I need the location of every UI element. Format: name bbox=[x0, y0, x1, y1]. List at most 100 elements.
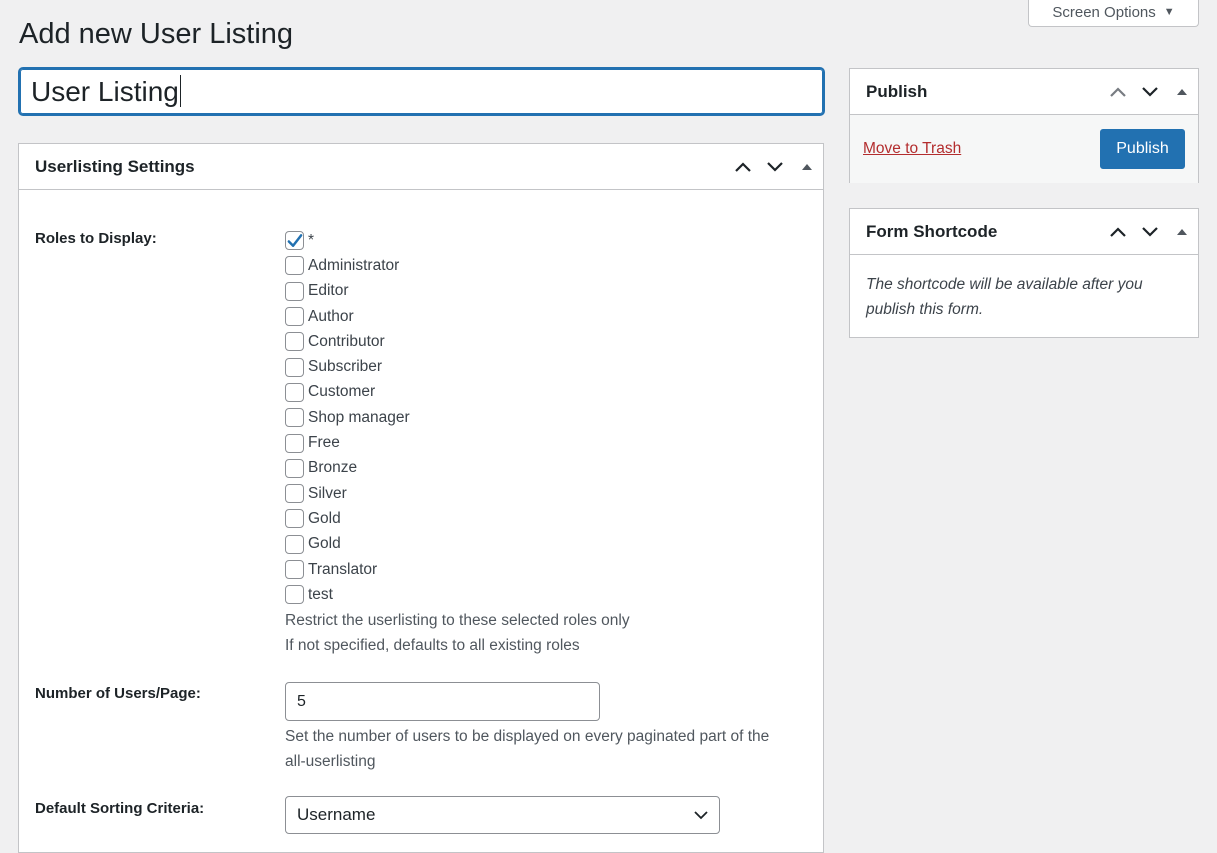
screen-options-button[interactable]: Screen Options ▼ bbox=[1028, 0, 1199, 27]
roles-label: Roles to Display: bbox=[35, 230, 157, 247]
publish-button[interactable]: Publish bbox=[1100, 129, 1185, 169]
role-item[interactable]: Shop manager bbox=[285, 405, 630, 430]
role-checkbox[interactable] bbox=[285, 560, 304, 579]
triangle-up-icon bbox=[1177, 228, 1187, 235]
role-label: Gold bbox=[308, 535, 341, 553]
triangle-up-icon bbox=[1177, 88, 1187, 95]
form-shortcode-header: Form Shortcode bbox=[850, 209, 1198, 255]
role-label: Bronze bbox=[308, 459, 358, 477]
role-label: Shop manager bbox=[308, 408, 410, 426]
move-up-button[interactable] bbox=[727, 144, 759, 189]
triangle-up-icon bbox=[802, 163, 812, 170]
role-label: Silver bbox=[308, 484, 347, 502]
role-label: Contributor bbox=[308, 332, 385, 350]
page-title: Add new User Listing bbox=[19, 18, 294, 50]
role-label: Author bbox=[308, 307, 354, 325]
role-item[interactable]: Subscriber bbox=[285, 354, 630, 379]
role-checkbox[interactable] bbox=[285, 307, 304, 327]
role-item[interactable]: * bbox=[285, 228, 630, 253]
sorting-criteria-value: Username bbox=[297, 805, 376, 824]
publish-actions: Move to Trash Publish bbox=[850, 115, 1198, 183]
role-label: Gold bbox=[308, 509, 341, 527]
role-item[interactable]: Silver bbox=[285, 481, 630, 506]
userlisting-settings-box: Userlisting Settings Roles to Display: *… bbox=[18, 143, 824, 853]
users-per-page-input[interactable]: 5 bbox=[285, 682, 600, 721]
role-item[interactable]: test bbox=[285, 582, 630, 607]
move-up-button[interactable] bbox=[1102, 209, 1134, 254]
users-per-page-label: Number of Users/Page: bbox=[35, 685, 201, 702]
move-up-button[interactable] bbox=[1102, 69, 1134, 114]
chevron-down-icon bbox=[1142, 226, 1158, 237]
chevron-up-icon bbox=[1110, 86, 1126, 97]
move-to-trash-link[interactable]: Move to Trash bbox=[863, 140, 961, 158]
role-item[interactable]: Bronze bbox=[285, 456, 630, 481]
title-input[interactable]: User Listing bbox=[18, 67, 825, 116]
form-shortcode-box: Form Shortcode The shortcode will be ava… bbox=[849, 208, 1199, 338]
role-checkbox[interactable] bbox=[285, 484, 304, 504]
form-shortcode-notice-line-1: The shortcode will be available after yo… bbox=[866, 276, 1143, 293]
checkmark-icon bbox=[287, 233, 303, 247]
role-item[interactable]: Gold bbox=[285, 532, 630, 557]
role-checkbox[interactable] bbox=[285, 458, 304, 478]
title-input-value: User Listing bbox=[31, 76, 179, 107]
role-label: Editor bbox=[308, 282, 349, 300]
sorting-criteria-select[interactable]: Username bbox=[285, 796, 720, 834]
form-shortcode-title: Form Shortcode bbox=[866, 221, 998, 241]
role-item[interactable]: Gold bbox=[285, 506, 630, 531]
role-label: Administrator bbox=[308, 256, 400, 274]
chevron-up-icon bbox=[1110, 226, 1126, 237]
users-per-page-value: 5 bbox=[297, 692, 306, 710]
role-item[interactable]: Free bbox=[285, 430, 630, 455]
role-item[interactable]: Customer bbox=[285, 380, 630, 405]
role-checkbox[interactable] bbox=[285, 382, 304, 402]
toggle-panel-button[interactable] bbox=[1166, 209, 1198, 254]
screen-options-label: Screen Options bbox=[1052, 3, 1156, 21]
publish-box: Publish Move to Trash Publish bbox=[849, 68, 1199, 183]
users-per-page-description-line-2: all-userlisting bbox=[285, 753, 376, 770]
move-down-button[interactable] bbox=[1134, 69, 1166, 114]
chevron-down-icon bbox=[1142, 86, 1158, 97]
chevron-down-icon bbox=[694, 811, 708, 820]
toggle-panel-button[interactable] bbox=[791, 144, 823, 189]
users-per-page-description: Set the number of users to be displayed … bbox=[285, 724, 815, 774]
role-checkbox[interactable] bbox=[285, 281, 304, 301]
role-label: Free bbox=[308, 434, 340, 452]
publish-box-header: Publish bbox=[850, 69, 1198, 115]
role-checkbox[interactable] bbox=[285, 332, 304, 352]
users-per-page-description-line-1: Set the number of users to be displayed … bbox=[285, 728, 770, 745]
sorting-criteria-label: Default Sorting Criteria: bbox=[35, 800, 205, 817]
userlisting-settings-header: Userlisting Settings bbox=[19, 144, 823, 190]
role-label: Customer bbox=[308, 383, 376, 401]
roles-description-default: If not specified, defaults to all existi… bbox=[285, 637, 580, 655]
form-shortcode-notice: The shortcode will be available after yo… bbox=[850, 255, 1198, 339]
role-item[interactable]: Contributor bbox=[285, 329, 630, 354]
publish-box-title: Publish bbox=[866, 81, 928, 101]
role-label: * bbox=[308, 231, 315, 249]
roles-description: Restrict the userlisting to these select… bbox=[285, 612, 630, 630]
form-shortcode-notice-line-2: publish this form. bbox=[866, 301, 984, 318]
roles-list: * Administrator Editor Author Contributo… bbox=[285, 228, 630, 658]
role-item[interactable]: Translator bbox=[285, 557, 630, 582]
role-checkbox[interactable] bbox=[285, 509, 304, 529]
role-checkbox[interactable] bbox=[285, 231, 304, 251]
role-checkbox[interactable] bbox=[285, 256, 304, 276]
role-item[interactable]: Author bbox=[285, 304, 630, 329]
role-label: test bbox=[308, 585, 333, 603]
role-checkbox[interactable] bbox=[285, 585, 304, 605]
move-down-button[interactable] bbox=[759, 144, 791, 189]
role-item[interactable]: Editor bbox=[285, 279, 630, 304]
chevron-up-icon bbox=[735, 161, 751, 172]
text-cursor bbox=[179, 75, 181, 107]
role-label: Subscriber bbox=[308, 358, 383, 376]
role-item[interactable]: Administrator bbox=[285, 253, 630, 278]
role-checkbox[interactable] bbox=[285, 357, 304, 377]
userlisting-settings-title: Userlisting Settings bbox=[35, 156, 195, 176]
move-down-button[interactable] bbox=[1134, 209, 1166, 254]
role-checkbox[interactable] bbox=[285, 534, 304, 554]
chevron-down-icon bbox=[767, 161, 783, 172]
toggle-panel-button[interactable] bbox=[1166, 69, 1198, 114]
role-checkbox[interactable] bbox=[285, 433, 304, 453]
role-label: Translator bbox=[308, 560, 378, 578]
role-checkbox[interactable] bbox=[285, 408, 304, 428]
caret-down-icon: ▼ bbox=[1163, 6, 1175, 18]
